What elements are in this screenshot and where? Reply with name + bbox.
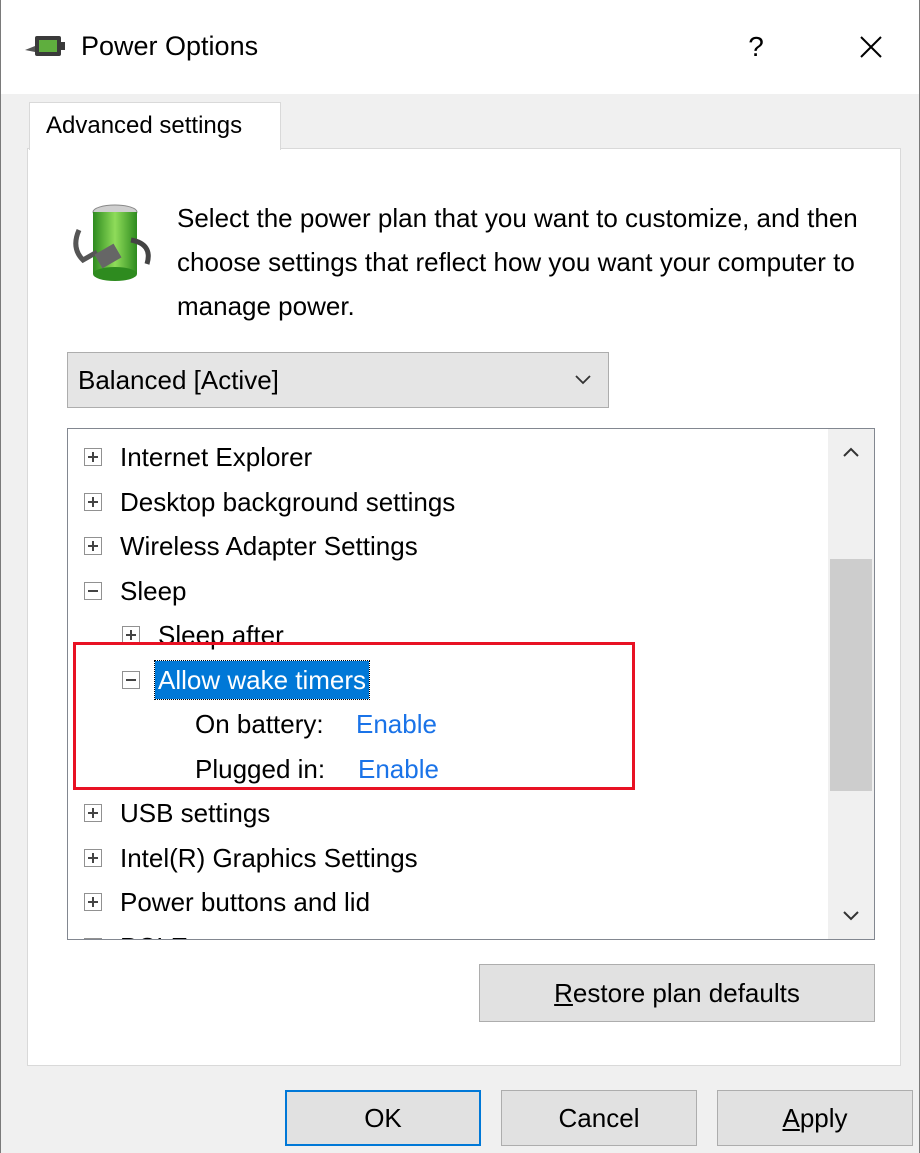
help-button[interactable]: ? bbox=[721, 20, 791, 74]
tree-item-label: Internet Explorer bbox=[120, 442, 313, 472]
chevron-down-icon bbox=[843, 911, 859, 921]
setting-label: Plugged in: bbox=[195, 753, 326, 784]
restore-plan-defaults-button[interactable]: Restore plan defaults bbox=[479, 964, 875, 1022]
setting-label: On battery: bbox=[195, 709, 324, 739]
setting-value-link[interactable]: Enable bbox=[356, 702, 437, 746]
expand-plus-icon[interactable] bbox=[84, 848, 102, 867]
ok-button[interactable]: OK bbox=[285, 1090, 481, 1146]
restore-mnemonic: R bbox=[554, 978, 573, 1008]
tree-item-label: USB settings bbox=[120, 798, 271, 828]
close-button[interactable] bbox=[831, 20, 911, 74]
expand-plus-icon[interactable] bbox=[84, 804, 102, 822]
expand-plus-icon[interactable] bbox=[84, 937, 102, 939]
tree-item-label: Power buttons and lid bbox=[120, 887, 371, 917]
power-options-icon bbox=[25, 36, 65, 56]
expand-plus-icon[interactable] bbox=[84, 448, 102, 466]
apply-mnemonic: A bbox=[782, 1103, 800, 1133]
tree-item-label: Wireless Adapter Settings bbox=[120, 531, 418, 561]
tree-item-label: Sleep after bbox=[158, 620, 284, 650]
collapse-minus-icon[interactable] bbox=[122, 670, 140, 689]
tree-item-label: Sleep bbox=[120, 575, 187, 606]
power-plan-value: Balanced [Active] bbox=[78, 365, 279, 395]
power-plan-dropdown[interactable]: Balanced [Active] bbox=[67, 352, 609, 408]
expand-plus-icon[interactable] bbox=[84, 893, 102, 911]
apply-button[interactable]: Apply bbox=[717, 1090, 913, 1146]
settings-tree[interactable]: Internet Explorer Desktop background sett… bbox=[67, 428, 875, 940]
title-bar: Power Options ? bbox=[1, 0, 919, 94]
apply-label: pply bbox=[799, 1103, 848, 1133]
scroll-up-button[interactable] bbox=[828, 429, 874, 475]
close-icon bbox=[860, 36, 882, 58]
tab-advanced-settings[interactable]: Advanced settings bbox=[29, 102, 281, 150]
scroll-down-button[interactable] bbox=[828, 893, 874, 939]
chevron-down-icon bbox=[574, 353, 592, 425]
scroll-thumb[interactable] bbox=[830, 559, 872, 791]
chevron-up-icon bbox=[843, 447, 859, 457]
tree-item-label: Allow wake timers bbox=[153, 659, 371, 700]
power-options-dialog: Power Options ? Advanced settings Select… bbox=[0, 0, 920, 1153]
setting-value-link[interactable]: Enable bbox=[358, 747, 439, 791]
description-text: Select the power plan that you want to c… bbox=[177, 203, 858, 321]
expand-plus-icon[interactable] bbox=[84, 492, 102, 511]
restore-label: estore plan defaults bbox=[572, 978, 800, 1008]
tree-item-label: Intel(R) Graphics Settings bbox=[120, 842, 418, 873]
cancel-button[interactable]: Cancel bbox=[501, 1090, 697, 1146]
collapse-minus-icon[interactable] bbox=[84, 581, 102, 600]
battery-plug-icon bbox=[73, 204, 151, 281]
tree-scrollbar[interactable] bbox=[828, 429, 874, 939]
window-title: Power Options bbox=[81, 31, 259, 61]
tree-item-label: Desktop background settings bbox=[120, 486, 456, 517]
expand-plus-icon[interactable] bbox=[122, 626, 140, 644]
tree-item-label: PCI Express bbox=[120, 925, 265, 940]
expand-plus-icon[interactable] bbox=[84, 537, 102, 555]
